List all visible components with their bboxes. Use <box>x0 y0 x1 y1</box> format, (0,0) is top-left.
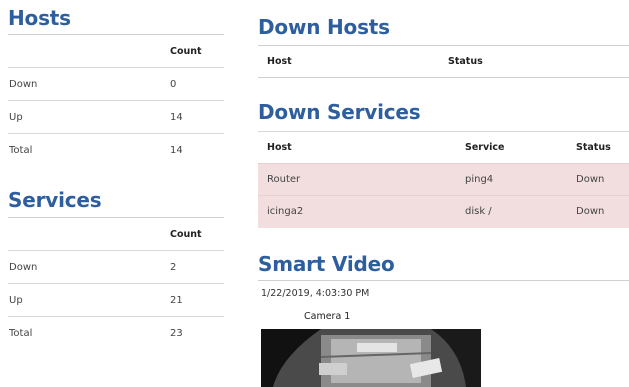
hosts-label-header <box>8 34 170 68</box>
smart-video-timestamp: 1/22/2019, 4:03:30 PM <box>261 288 370 299</box>
down-service-host: icinga2 <box>258 195 465 228</box>
down-hosts-status-header: Status <box>448 45 629 78</box>
camera-feed[interactable] <box>261 329 481 387</box>
services-table: Count Down 2 Up 21 Total 23 <box>8 217 224 350</box>
down-services-service-header: Service <box>465 131 576 164</box>
hosts-row-label: Down <box>8 67 170 101</box>
down-services-status-header: Status <box>576 131 629 164</box>
table-row: Router ping4 Down <box>258 163 629 196</box>
services-count-header: Count <box>170 217 224 251</box>
services-title: Services <box>8 188 102 212</box>
camera-feed-image <box>261 329 481 387</box>
down-service-status: Down <box>576 163 629 196</box>
down-services-table: Host Service Status Router ping4 Down ic… <box>258 131 629 228</box>
services-row-label: Up <box>8 283 170 317</box>
hosts-title: Hosts <box>8 6 71 30</box>
down-service-name: disk / <box>465 195 576 228</box>
camera-label: Camera 1 <box>304 311 351 322</box>
table-row: Up 14 <box>8 100 224 134</box>
hosts-row-label: Total <box>8 133 170 167</box>
smart-video-title: Smart Video <box>258 252 395 276</box>
hosts-row-count: 14 <box>170 133 224 167</box>
down-services-host-header: Host <box>258 131 465 164</box>
services-label-header <box>8 217 170 251</box>
down-hosts-host-header: Host <box>258 45 448 78</box>
down-service-name: ping4 <box>465 163 576 196</box>
hosts-table: Count Down 0 Up 14 Total 14 <box>8 34 224 167</box>
down-hosts-table: Host Status <box>258 45 629 78</box>
table-row: Total 14 <box>8 133 224 167</box>
hosts-count-header: Count <box>170 34 224 68</box>
table-row: icinga2 disk / Down <box>258 195 629 228</box>
services-row-count: 21 <box>170 283 224 317</box>
down-hosts-title: Down Hosts <box>258 15 390 39</box>
services-row-label: Down <box>8 250 170 284</box>
hosts-row-count: 0 <box>170 67 224 101</box>
smart-video-divider <box>258 280 629 281</box>
table-row: Total 23 <box>8 316 224 350</box>
hosts-row-count: 14 <box>170 100 224 134</box>
table-row: Down 0 <box>8 67 224 101</box>
hosts-row-label: Up <box>8 100 170 134</box>
table-row: Down 2 <box>8 250 224 284</box>
down-service-host: Router <box>258 163 465 196</box>
down-services-title: Down Services <box>258 100 421 124</box>
table-row: Up 21 <box>8 283 224 317</box>
down-service-status: Down <box>576 195 629 228</box>
services-row-label: Total <box>8 316 170 350</box>
services-row-count: 2 <box>170 250 224 284</box>
services-row-count: 23 <box>170 316 224 350</box>
